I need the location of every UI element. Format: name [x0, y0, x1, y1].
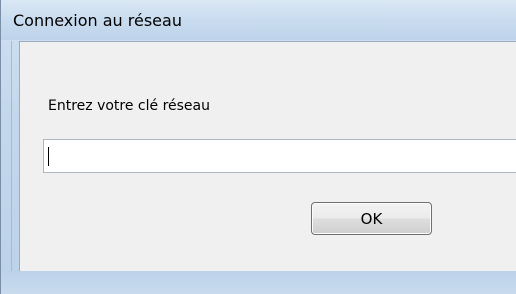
title-bar[interactable]: Connexion au réseau [1, 0, 516, 40]
window-title: Connexion au réseau [13, 11, 182, 30]
ok-button[interactable]: OK [311, 202, 432, 235]
network-connection-dialog: Connexion au réseau Entrez votre clé rés… [0, 0, 516, 294]
network-key-input[interactable] [43, 139, 516, 173]
text-caret [48, 147, 49, 166]
network-key-label: Entrez votre clé réseau [48, 98, 210, 114]
window-bottom-frame [1, 271, 516, 294]
dialog-body: Entrez votre clé réseau OK [19, 41, 516, 271]
window-frame-edge [11, 41, 12, 271]
